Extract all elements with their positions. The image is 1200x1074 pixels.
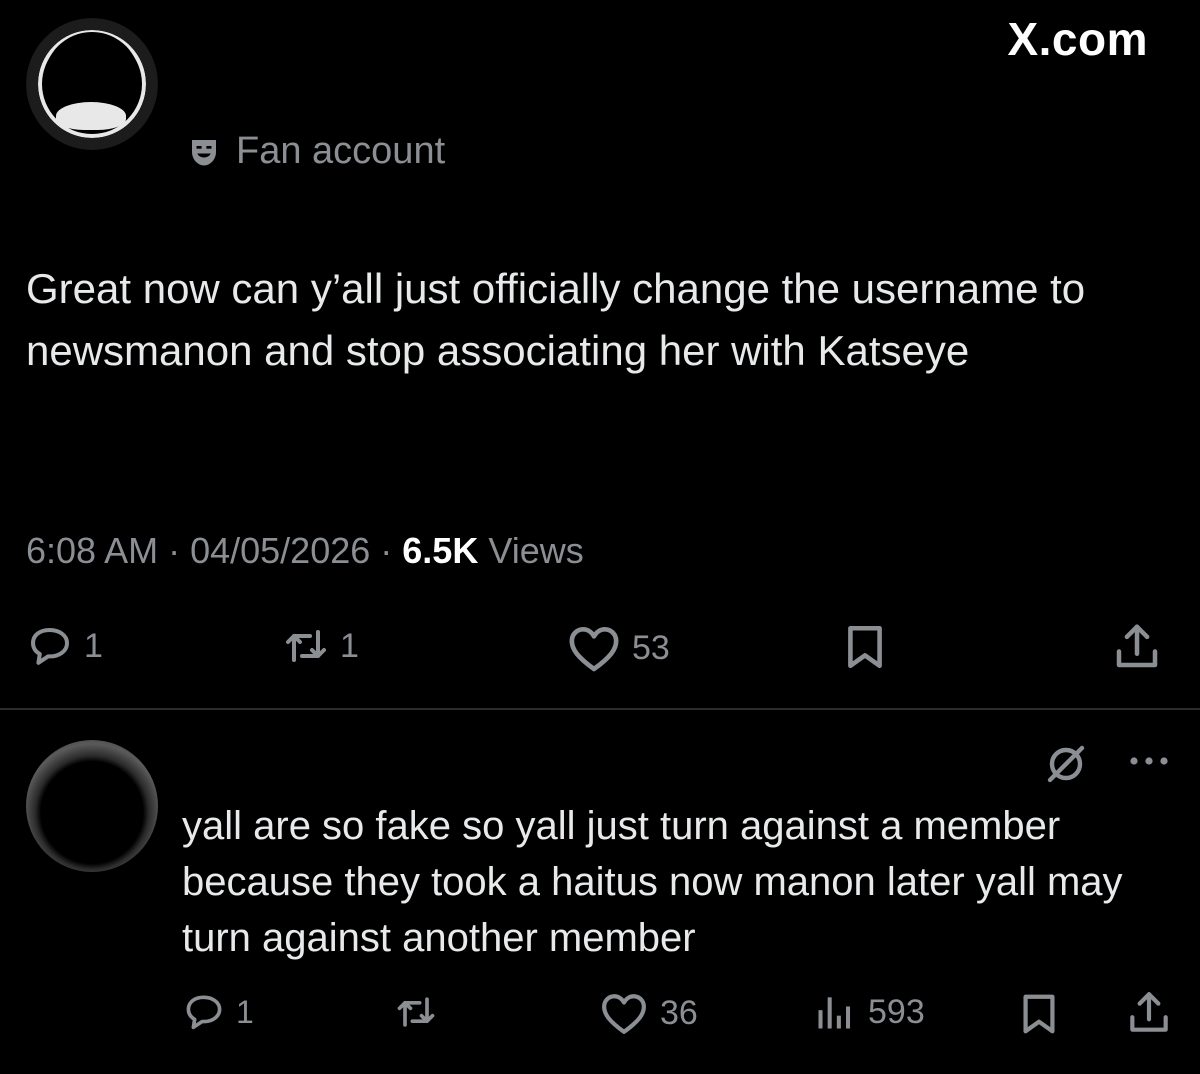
reply-count: 1 (84, 626, 103, 665)
reply-text: yall are so fake so yall just turn again… (182, 804, 1123, 960)
share-icon (1124, 988, 1174, 1038)
share-button[interactable] (1110, 620, 1164, 674)
reply-reply-count: 1 (236, 993, 254, 1030)
more-icon (1126, 746, 1172, 776)
post-divider (0, 708, 1200, 710)
bookmark-icon (840, 620, 890, 674)
reply-views-button[interactable]: 593 (812, 990, 925, 1034)
post-time[interactable]: 6:08 AM (26, 530, 158, 571)
repost-icon (282, 622, 330, 670)
reply-bookmark-button[interactable] (1016, 990, 1062, 1038)
speech-bubble-icon (182, 990, 226, 1034)
repost-count: 1 (340, 626, 359, 665)
author-avatar[interactable] (26, 18, 158, 150)
post-text: Great now can y’all just officially chan… (26, 265, 1086, 374)
post-metadata: 6:08 AM · 04/05/2026 · 6.5K Views (26, 530, 584, 572)
theater-mask-icon (186, 134, 222, 170)
reply-reply-button[interactable]: 1 (182, 990, 254, 1034)
heart-icon (598, 990, 650, 1036)
speech-bubble-icon (26, 622, 74, 670)
meta-separator: · (370, 530, 403, 571)
share-icon (1110, 620, 1164, 674)
heart-icon (566, 622, 622, 674)
grok-icon (1042, 740, 1090, 788)
reply-share-button[interactable] (1124, 988, 1174, 1038)
bar-chart-icon (812, 990, 858, 1034)
like-button[interactable]: 53 (566, 622, 670, 674)
post-date[interactable]: 04/05/2026 (190, 530, 370, 571)
views-label: Views (478, 530, 584, 571)
fan-account-label: Fan account (236, 130, 446, 172)
reply-views-count: 593 (868, 992, 925, 1031)
bookmark-icon (1016, 990, 1062, 1038)
views-count[interactable]: 6.5K (402, 530, 478, 571)
more-button[interactable] (1126, 746, 1172, 776)
reply-repost-button[interactable] (394, 990, 438, 1034)
site-watermark: X.com (1007, 13, 1148, 65)
fan-account-badge: Fan account (186, 130, 445, 173)
grok-button[interactable] (1042, 740, 1090, 788)
like-count: 53 (632, 628, 670, 667)
reply-button[interactable]: 1 (26, 622, 103, 670)
repost-button[interactable]: 1 (282, 622, 359, 670)
bookmark-button[interactable] (840, 620, 890, 674)
reply-author-avatar[interactable] (26, 740, 158, 872)
repost-icon (394, 990, 438, 1034)
reply-like-button[interactable]: 36 (598, 990, 698, 1036)
reply-like-count: 36 (660, 993, 698, 1032)
meta-separator: · (158, 530, 191, 571)
